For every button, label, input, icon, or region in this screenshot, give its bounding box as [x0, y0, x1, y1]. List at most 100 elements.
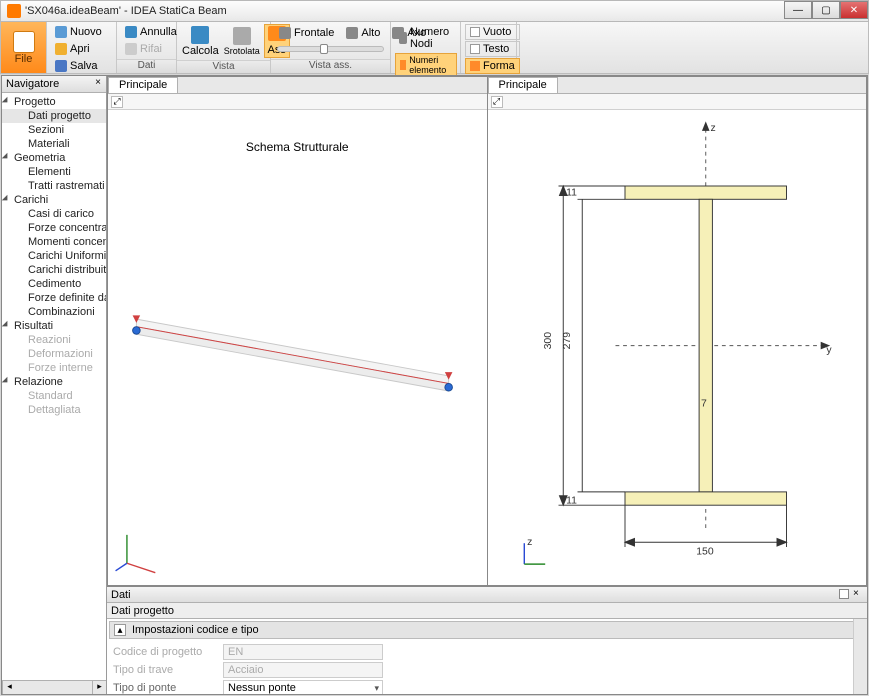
save-icon — [55, 60, 67, 72]
data-panel-pin[interactable] — [839, 589, 849, 599]
vuoto-toggle[interactable]: Vuoto — [465, 24, 520, 40]
property-label: Tipo di trave — [113, 664, 223, 676]
property-label: Codice di progetto — [113, 646, 223, 658]
rifai-button[interactable]: Rifai — [121, 41, 181, 57]
numero-nodi-toggle[interactable]: Numero Nodi — [395, 24, 457, 52]
shape-icon — [470, 61, 480, 71]
canvas-right[interactable]: z y 7 — [488, 110, 867, 585]
window-title: 'SX046a.ideaBeam' - IDEA StatiCa Beam — [25, 5, 227, 17]
ribbon: File Nuovo Apri Salva Progetto Annulla R… — [0, 22, 869, 74]
new-icon — [55, 26, 67, 38]
calc-icon — [191, 26, 209, 44]
view-left-tool[interactable]: ⤢ — [111, 96, 123, 108]
nuovo-button[interactable]: Nuovo — [51, 24, 106, 40]
tree-item[interactable]: Sezioni — [2, 123, 106, 137]
maximize-button[interactable]: ▢ — [812, 1, 840, 19]
annulla-button[interactable]: Annulla — [121, 24, 181, 40]
data-panel-subheader: Dati progetto — [107, 603, 867, 619]
tree-item[interactable]: Progetto — [2, 95, 106, 109]
open-icon — [55, 43, 67, 55]
tree-item[interactable]: Tratti rastremati — [2, 179, 106, 193]
tree-item[interactable]: Combinazioni — [2, 305, 106, 319]
tree-item[interactable]: Risultati — [2, 319, 106, 333]
frontale-button[interactable]: Frontale — [275, 25, 338, 41]
tree-item: Deformazioni — [2, 347, 106, 361]
tree-item[interactable]: Materiali — [2, 137, 106, 151]
tree-item: Standard — [2, 389, 106, 403]
dim-flange-bot: 11 — [566, 495, 577, 506]
data-panel: Dati × Dati progetto ▴ Impostazioni codi… — [107, 586, 867, 694]
navigator-tree[interactable]: ProgettoDati progettoSezioniMaterialiGeo… — [2, 93, 106, 680]
tree-item[interactable]: Elementi — [2, 165, 106, 179]
file-label: File — [15, 53, 33, 65]
tree-item[interactable]: Momenti concentrati — [2, 235, 106, 249]
tree-item[interactable]: Forze concentrate — [2, 221, 106, 235]
data-panel-scrollbar[interactable] — [853, 619, 867, 694]
file-tab[interactable]: File — [1, 22, 47, 73]
undo-icon — [125, 26, 137, 38]
tree-item[interactable]: Dati progetto — [2, 109, 106, 123]
numeri-elemento-toggle[interactable]: Numeri elemento — [395, 53, 457, 77]
property-label: Tipo di ponte — [113, 682, 223, 694]
calcola-button[interactable]: Calcola — [181, 24, 220, 58]
srotolata-button[interactable]: Srotolata — [223, 24, 261, 58]
tree-item[interactable]: Carichi Uniformi — [2, 249, 106, 263]
view-slider[interactable] — [277, 46, 384, 52]
property-combo[interactable]: Nessun ponte — [223, 680, 383, 694]
main-area: Navigatore × ProgettoDati progettoSezion… — [1, 75, 868, 695]
tree-item: Reazioni — [2, 333, 106, 347]
apri-button[interactable]: Apri — [51, 41, 106, 57]
file-icon — [13, 31, 35, 53]
tab-left-principale[interactable]: Principale — [108, 77, 178, 93]
section-codice-header[interactable]: ▴ Impostazioni codice e tipo — [109, 621, 865, 639]
minimize-button[interactable]: — — [784, 1, 812, 19]
close-button[interactable]: ✕ — [840, 1, 868, 19]
group-vistaass-label: Vista ass. — [271, 59, 390, 73]
navigator-title: Navigatore — [6, 78, 59, 90]
property-row: Tipo di traveAcciaio — [113, 661, 861, 679]
navigator-header: Navigatore × — [2, 76, 106, 93]
collapse-icon: ▴ — [114, 624, 126, 636]
tab-right-principale[interactable]: Principale — [488, 77, 558, 93]
testo-toggle[interactable]: Testo — [465, 41, 520, 57]
forma-toggle[interactable]: Forma — [465, 58, 520, 74]
data-panel-close[interactable]: × — [853, 588, 865, 600]
view-left: Principale ⤢ Schema Strutturale — [107, 76, 488, 586]
text-icon — [470, 44, 480, 54]
property-value: Acciaio — [223, 662, 383, 678]
property-value: EN — [223, 644, 383, 660]
property-row: Codice di progettoEN — [113, 643, 861, 661]
tree-item[interactable]: Carichi — [2, 193, 106, 207]
property-row: Tipo di ponteNessun ponte — [113, 679, 861, 694]
tree-item[interactable]: Forze definite dall'ute — [2, 291, 106, 305]
canvas-left[interactable]: Schema Strutturale — [108, 110, 487, 585]
dim-height: 300 — [542, 332, 553, 350]
tree-item[interactable]: Relazione — [2, 375, 106, 389]
top-icon — [346, 27, 358, 39]
front-icon — [279, 27, 291, 39]
dim-width: 150 — [696, 547, 714, 558]
tree-item: Forze interne — [2, 361, 106, 375]
alto-button[interactable]: Alto — [342, 25, 384, 41]
data-panel-header: Dati × — [107, 587, 867, 603]
title-bar: 'SX046a.ideaBeam' - IDEA StatiCa Beam — … — [0, 0, 869, 22]
tree-item[interactable]: Cedimento — [2, 277, 106, 291]
navigator-close[interactable]: × — [92, 77, 104, 89]
view-right-tool[interactable]: ⤢ — [491, 96, 503, 108]
view-right: Principale ⤢ z y — [488, 76, 868, 586]
navigator-panel: Navigatore × ProgettoDati progettoSezion… — [2, 76, 107, 694]
tree-item[interactable]: Geometria — [2, 151, 106, 165]
tree-item: Dettagliata — [2, 403, 106, 417]
salva-button[interactable]: Salva — [51, 58, 106, 74]
empty-icon — [470, 27, 480, 37]
navigator-scrollbar[interactable]: ◂▸ — [2, 680, 106, 694]
nodes-icon — [399, 32, 407, 44]
axis-z-label: z — [710, 123, 715, 134]
tree-item[interactable]: Casi di carico — [2, 207, 106, 221]
svg-text:7: 7 — [701, 398, 707, 409]
group-dati-label: Dati — [117, 59, 176, 73]
tree-item[interactable]: Carichi distribuiti — [2, 263, 106, 277]
unroll-icon — [233, 27, 251, 45]
center-area: Principale ⤢ Schema Strutturale — [107, 76, 867, 694]
dim-flange-top: 11 — [566, 188, 577, 199]
